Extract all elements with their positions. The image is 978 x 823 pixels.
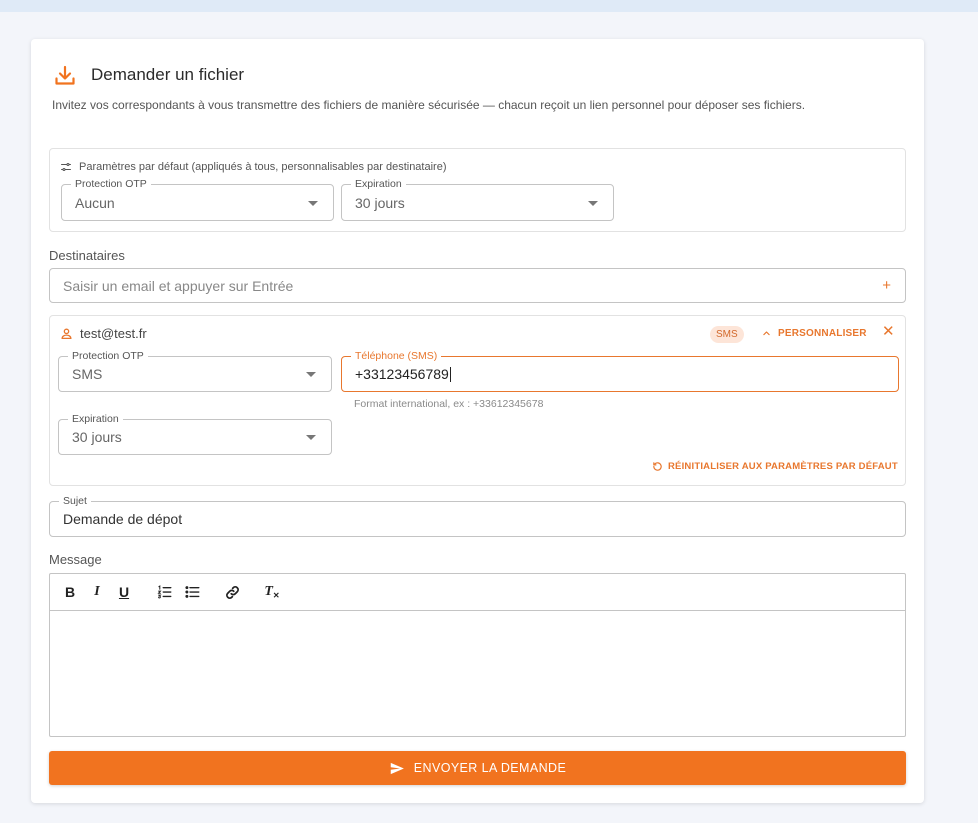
page-description: Invitez vos correspondants à vous transm… bbox=[52, 98, 806, 112]
request-file-card: Demander un fichier Invitez vos correspo… bbox=[31, 39, 924, 803]
link-button[interactable] bbox=[223, 583, 241, 601]
recipient-expiration-value: 30 jours bbox=[72, 429, 122, 445]
caret-down-icon bbox=[306, 435, 316, 440]
customize-label: PERSONNALISER bbox=[778, 328, 867, 339]
recipient-otp-value: SMS bbox=[72, 366, 103, 382]
bold-button[interactable]: B bbox=[61, 583, 79, 601]
caret-down-icon bbox=[308, 200, 318, 206]
default-expiration-select[interactable]: Expiration 30 jours bbox=[341, 178, 614, 221]
sliders-icon bbox=[61, 163, 71, 171]
phone-value-wrap: +33123456789 bbox=[355, 357, 451, 391]
reset-icon bbox=[653, 462, 662, 471]
recipient-expiration-select[interactable]: Expiration 30 jours bbox=[58, 413, 332, 455]
italic-button[interactable]: I bbox=[88, 583, 106, 601]
recipients-label: Destinataires bbox=[49, 248, 125, 263]
phone-field[interactable]: Téléphone (SMS) +33123456789 bbox=[341, 350, 899, 392]
message-label: Message bbox=[49, 552, 102, 567]
underline-button[interactable]: U bbox=[115, 583, 133, 601]
text-cursor bbox=[449, 366, 451, 382]
send-request-button[interactable]: ENVOYER LA DEMANDE bbox=[49, 751, 906, 785]
reset-defaults-button[interactable]: RÉINITIALISER AUX PARAMÈTRES PAR DÉFAUT bbox=[652, 461, 898, 472]
ordered-list-icon bbox=[156, 585, 171, 599]
defaults-label: Paramètres par défaut (appliqués à tous,… bbox=[60, 161, 447, 173]
clear-format-button[interactable]: T ✕ bbox=[263, 583, 281, 601]
subject-value: Demande de dépot bbox=[63, 511, 183, 527]
default-otp-select[interactable]: Protection OTP Aucun bbox=[61, 178, 334, 221]
message-editor: B I U T ✕ bbox=[49, 573, 906, 737]
download-icon bbox=[55, 65, 75, 85]
default-otp-value: Aucun bbox=[75, 194, 115, 211]
caret-down-icon bbox=[306, 372, 316, 377]
customize-button[interactable]: PERSONNALISER bbox=[762, 328, 867, 339]
ordered-list-button[interactable] bbox=[155, 583, 173, 601]
remove-recipient-button[interactable]: ✕ bbox=[882, 324, 895, 340]
clear-format-icon: T bbox=[264, 584, 273, 599]
add-recipient-button[interactable]: + bbox=[882, 277, 891, 294]
phone-hint: Format international, ex : +33612345678 bbox=[354, 398, 544, 410]
bullet-list-icon bbox=[184, 586, 199, 598]
phone-value: +33123456789 bbox=[355, 366, 449, 382]
caret-down-icon bbox=[588, 200, 598, 206]
default-expiration-value: 30 jours bbox=[355, 194, 405, 211]
message-body[interactable] bbox=[50, 612, 905, 736]
recipient-otp-select[interactable]: Protection OTP SMS bbox=[58, 350, 332, 392]
send-icon bbox=[390, 762, 404, 774]
subject-field[interactable]: Sujet Demande de dépot bbox=[49, 495, 906, 537]
recipient-card: test@test.fr SMS PERSONNALISER ✕ Protect… bbox=[49, 315, 906, 486]
link-icon bbox=[225, 585, 239, 599]
send-request-label: ENVOYER LA DEMANDE bbox=[413, 761, 567, 775]
reset-label: RÉINITIALISER AUX PARAMÈTRES PAR DÉFAUT bbox=[668, 461, 898, 472]
clear-x-icon: ✕ bbox=[272, 591, 280, 600]
defaults-label-text: Paramètres par défaut (appliqués à tous,… bbox=[79, 161, 447, 173]
recipient-email-input[interactable] bbox=[63, 269, 843, 302]
user-icon bbox=[61, 328, 72, 340]
otp-badge: SMS bbox=[710, 326, 744, 343]
editor-toolbar: B I U T ✕ bbox=[50, 574, 905, 611]
bullet-list-button[interactable] bbox=[183, 583, 201, 601]
recipient-email-field[interactable]: + bbox=[49, 268, 906, 303]
chevron-up-icon bbox=[763, 331, 770, 336]
top-bar bbox=[0, 0, 978, 12]
defaults-panel: Paramètres par défaut (appliqués à tous,… bbox=[49, 148, 906, 232]
recipient-email: test@test.fr bbox=[80, 326, 147, 341]
page-title: Demander un fichier bbox=[91, 65, 245, 84]
